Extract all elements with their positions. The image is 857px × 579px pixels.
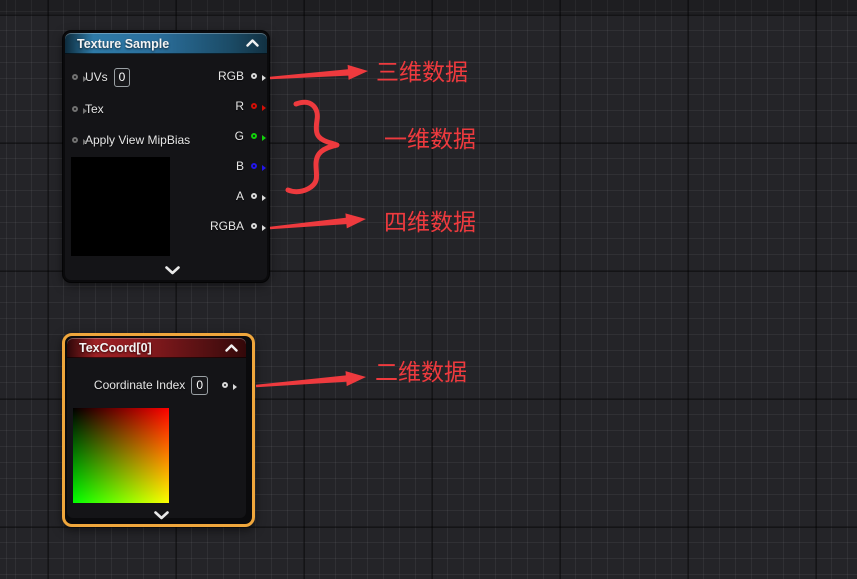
pin-tex-input[interactable] bbox=[72, 106, 78, 112]
top-shade bbox=[0, 0, 857, 14]
pin-rgb-output[interactable] bbox=[251, 73, 257, 79]
chevron-up-icon[interactable] bbox=[225, 344, 238, 352]
annotation-rgb: 三维数据 bbox=[376, 60, 468, 84]
coordinate-index-field[interactable]: 0 bbox=[191, 376, 208, 395]
texture-sample-title: Texture Sample bbox=[77, 37, 169, 51]
coordinate-index-row: Coordinate Index 0 bbox=[67, 375, 246, 395]
input-row-uvs: UVs 0 bbox=[72, 69, 130, 85]
output-row-rgba: RGBA bbox=[210, 218, 262, 234]
pin-label: RGB bbox=[218, 69, 244, 83]
chevron-up-icon[interactable] bbox=[246, 39, 259, 47]
pin-label: UVs bbox=[85, 70, 108, 84]
uvs-value-field[interactable]: 0 bbox=[114, 68, 131, 87]
node-texture-sample[interactable]: Texture Sample UVs 0 Tex Apply View MipB… bbox=[63, 31, 269, 282]
pin-uv-output[interactable] bbox=[222, 382, 228, 388]
texcoord-header[interactable]: TexCoord[0] bbox=[67, 338, 246, 358]
texture-sample-header[interactable]: Texture Sample bbox=[65, 33, 267, 54]
pin-label: A bbox=[236, 189, 244, 203]
pin-g-output[interactable] bbox=[251, 133, 257, 139]
pin-rgba-output[interactable] bbox=[251, 223, 257, 229]
pin-label: R bbox=[235, 99, 244, 113]
pin-label: G bbox=[235, 129, 244, 143]
output-row-a: A bbox=[236, 188, 262, 204]
annotation-single-channel: 一维数据 bbox=[384, 127, 476, 151]
coordinate-index-label: Coordinate Index bbox=[94, 378, 185, 392]
output-row-b: B bbox=[236, 158, 262, 174]
annotation-rgba: 四维数据 bbox=[384, 210, 476, 234]
chevron-down-icon[interactable] bbox=[165, 266, 180, 275]
texcoord-title: TexCoord[0] bbox=[79, 341, 152, 355]
node-texcoord[interactable]: TexCoord[0] Coordinate Index 0 bbox=[66, 337, 247, 519]
pin-label: Tex bbox=[85, 102, 104, 116]
pin-r-output[interactable] bbox=[251, 103, 257, 109]
pin-b-output[interactable] bbox=[251, 163, 257, 169]
curly-brace bbox=[288, 102, 337, 191]
output-row-rgb: RGB bbox=[218, 68, 262, 84]
node-texcoord-selection-border: TexCoord[0] Coordinate Index 0 bbox=[62, 333, 255, 527]
pin-label: Apply View MipBias bbox=[85, 133, 190, 147]
pin-label: RGBA bbox=[210, 219, 244, 233]
arrow-uv bbox=[256, 371, 366, 387]
pin-a-output[interactable] bbox=[251, 193, 257, 199]
pin-label: B bbox=[236, 159, 244, 173]
input-row-tex: Tex bbox=[72, 101, 104, 117]
annotation-uv: 二维数据 bbox=[375, 360, 467, 384]
texture-preview bbox=[71, 157, 170, 256]
uv-gradient-preview bbox=[73, 408, 169, 503]
output-row-r: R bbox=[235, 98, 262, 114]
material-graph-canvas[interactable]: Texture Sample UVs 0 Tex Apply View MipB… bbox=[0, 0, 857, 579]
arrow-rgba bbox=[270, 213, 366, 229]
pin-uvs-input[interactable] bbox=[72, 74, 78, 80]
output-row-g: G bbox=[235, 128, 262, 144]
arrow-rgb bbox=[270, 65, 368, 80]
pin-mipbias-input[interactable] bbox=[72, 137, 78, 143]
chevron-down-icon[interactable] bbox=[154, 511, 169, 520]
input-row-mipbias: Apply View MipBias bbox=[72, 132, 190, 148]
